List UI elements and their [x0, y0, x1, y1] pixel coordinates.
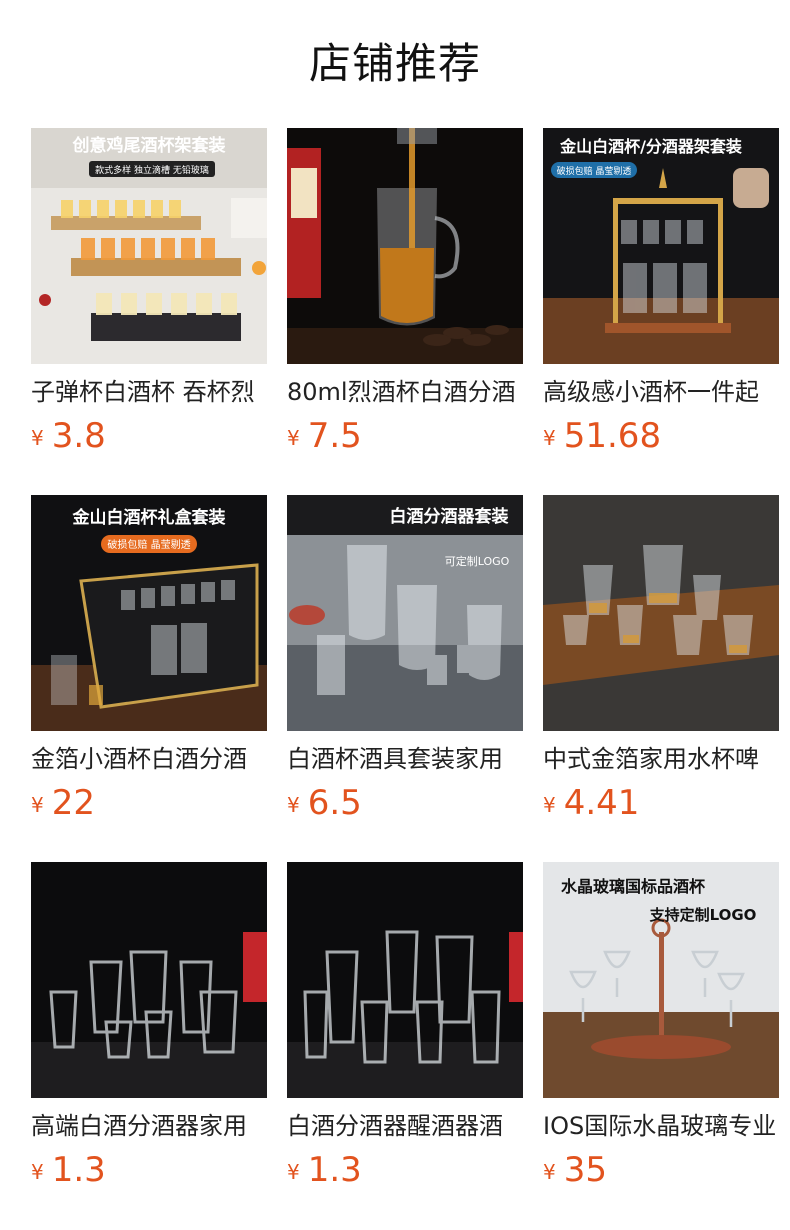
pitchers-photo	[31, 862, 267, 1098]
product-name[interactable]: 中式金箔家用水杯啤	[543, 743, 779, 775]
cocktail-rack-photo: 创意鸡尾酒杯架套装 款式多样 独立滴槽 无铅玻璃	[31, 128, 267, 364]
product-image[interactable]: 水晶玻璃国标品酒杯 支持定制LOGO	[543, 862, 779, 1098]
image-banner-text: 创意鸡尾酒杯架套装	[72, 135, 226, 156]
product-price: ¥35	[543, 1148, 779, 1192]
image-subtext: 款式多样 独立滴槽 无铅玻璃	[95, 164, 209, 176]
product-price: ¥3.8	[31, 414, 267, 458]
page-title: 店铺推荐	[308, 39, 481, 88]
price-value: 3.8	[51, 416, 106, 456]
product-price: ¥1.3	[31, 1148, 267, 1192]
product-price: ¥1.3	[287, 1148, 523, 1192]
decanter-set-photo: 白酒分酒器套装 可定制LOGO	[287, 495, 523, 731]
product-name[interactable]: 白酒分酒器醒酒器酒	[287, 1110, 523, 1142]
product-name[interactable]: 高级感小酒杯一件起	[543, 376, 779, 408]
image-subtext: 破损包赔 晶莹剔透	[557, 165, 632, 177]
product-card[interactable]: 金山白酒杯礼盒套装 破损包赔 晶莹剔透 金箔小酒杯白酒分酒 ¥22	[31, 495, 267, 862]
decanters-photo	[287, 862, 523, 1098]
wine-glass-rack-photo: 水晶玻璃国标品酒杯 支持定制LOGO	[543, 862, 779, 1098]
product-card[interactable]: 白酒分酒器醒酒器酒 ¥1.3	[287, 862, 523, 1229]
price-value: 1.3	[51, 1150, 106, 1190]
currency-symbol: ¥	[287, 1160, 300, 1184]
image-banner-text: 白酒分酒器套装	[390, 506, 509, 527]
product-name[interactable]: 高端白酒分酒器家用	[31, 1110, 267, 1142]
currency-symbol: ¥	[543, 793, 556, 817]
product-card[interactable]: 高端白酒分酒器家用 ¥1.3	[31, 862, 267, 1229]
product-name[interactable]: IOS国际水晶玻璃专业	[543, 1110, 779, 1142]
image-subtext: 破损包赔 晶莹剔透	[107, 538, 190, 551]
product-card[interactable]: 创意鸡尾酒杯架套装 款式多样 独立滴槽 无铅玻璃 子弹杯白酒杯 吞杯烈 ¥3.8	[31, 128, 267, 495]
product-grid: 创意鸡尾酒杯架套装 款式多样 独立滴槽 无铅玻璃 子弹杯白酒杯 吞杯烈 ¥3.8	[31, 128, 790, 1229]
image-subtext: 支持定制LOGO	[649, 906, 757, 924]
currency-symbol: ¥	[31, 1160, 44, 1184]
product-image[interactable]: 金山白酒杯/分酒器架套装 破损包赔 晶莹剔透	[543, 128, 779, 364]
product-card[interactable]: 水晶玻璃国标品酒杯 支持定制LOGO IOS国际水晶玻璃专业 ¥35	[543, 862, 779, 1229]
currency-symbol: ¥	[543, 426, 556, 450]
product-image[interactable]	[287, 128, 523, 364]
product-image[interactable]	[31, 862, 267, 1098]
shot-glasses-tray-photo	[543, 495, 779, 731]
price-value: 22	[51, 783, 95, 823]
product-price: ¥4.41	[543, 781, 779, 825]
product-image[interactable]: 金山白酒杯礼盒套装 破损包赔 晶莹剔透	[31, 495, 267, 731]
product-name[interactable]: 80ml烈酒杯白酒分酒	[287, 376, 523, 408]
product-image[interactable]	[543, 495, 779, 731]
currency-symbol: ¥	[31, 793, 44, 817]
currency-symbol: ¥	[287, 426, 300, 450]
pitcher-pour-photo	[287, 128, 523, 364]
price-value: 51.68	[563, 416, 662, 456]
currency-symbol: ¥	[543, 1160, 556, 1184]
product-card[interactable]: 金山白酒杯/分酒器架套装 破损包赔 晶莹剔透 高级感小酒杯一件起 ¥51.68	[543, 128, 779, 495]
product-price: ¥7.5	[287, 414, 523, 458]
product-image[interactable]: 创意鸡尾酒杯架套装 款式多样 独立滴槽 无铅玻璃	[31, 128, 267, 364]
image-banner-text: 金山白酒杯/分酒器架套装	[559, 137, 742, 156]
product-price: ¥22	[31, 781, 267, 825]
price-value: 35	[563, 1150, 607, 1190]
gold-rack-photo: 金山白酒杯/分酒器架套装 破损包赔 晶莹剔透	[543, 128, 779, 364]
product-price: ¥51.68	[543, 414, 779, 458]
product-name[interactable]: 子弹杯白酒杯 吞杯烈	[31, 376, 267, 408]
product-price: ¥6.5	[287, 781, 523, 825]
gift-box-photo: 金山白酒杯礼盒套装 破损包赔 晶莹剔透	[31, 495, 267, 731]
price-value: 6.5	[307, 783, 362, 823]
currency-symbol: ¥	[31, 426, 44, 450]
image-banner-text: 金山白酒杯礼盒套装	[72, 507, 226, 528]
currency-symbol: ¥	[287, 793, 300, 817]
product-image[interactable]	[287, 862, 523, 1098]
product-name[interactable]: 金箔小酒杯白酒分酒	[31, 743, 267, 775]
product-card[interactable]: 中式金箔家用水杯啤 ¥4.41	[543, 495, 779, 862]
price-value: 7.5	[307, 416, 362, 456]
price-value: 1.3	[307, 1150, 362, 1190]
price-value: 4.41	[563, 783, 640, 823]
image-banner-text: 水晶玻璃国标品酒杯	[561, 877, 706, 896]
image-subtext: 可定制LOGO	[445, 554, 510, 568]
product-image[interactable]: 白酒分酒器套装 可定制LOGO	[287, 495, 523, 731]
product-card[interactable]: 白酒分酒器套装 可定制LOGO 白酒杯酒具套装家用 ¥6.5	[287, 495, 523, 862]
product-card[interactable]: 80ml烈酒杯白酒分酒 ¥7.5	[287, 128, 523, 495]
product-name[interactable]: 白酒杯酒具套装家用	[287, 743, 523, 775]
